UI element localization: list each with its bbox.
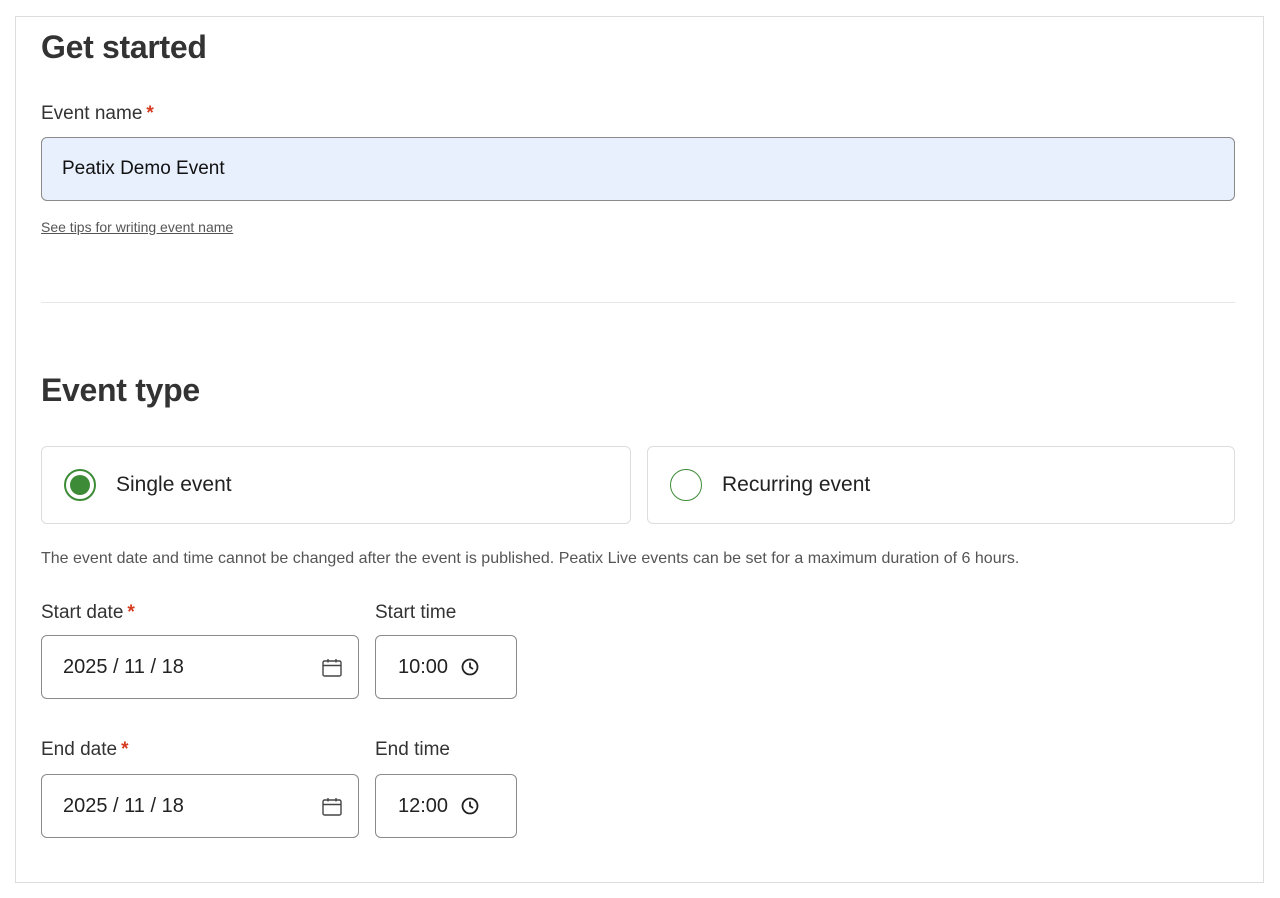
start-time-input[interactable]: 10:00 bbox=[375, 635, 517, 699]
get-started-heading: Get started bbox=[41, 29, 207, 65]
start-time-label: Start time bbox=[375, 602, 457, 623]
recurring-event-label: Recurring event bbox=[722, 473, 871, 496]
radio-checked-icon bbox=[64, 469, 96, 501]
event-name-label: Event name * bbox=[41, 103, 154, 125]
required-mark: * bbox=[146, 103, 154, 124]
recurring-event-option[interactable]: Recurring event bbox=[647, 446, 1235, 524]
single-event-label: Single event bbox=[116, 473, 232, 496]
end-time-input[interactable]: 12:00 bbox=[375, 774, 517, 838]
end-date-value: 2025 / 11 / 18 bbox=[63, 794, 184, 817]
event-type-heading: Event type bbox=[41, 372, 200, 408]
start-date-value: 2025 / 11 / 18 bbox=[63, 655, 184, 678]
event-name-tips-link[interactable]: See tips for writing event name bbox=[41, 219, 233, 235]
start-time-value: 10:00 bbox=[398, 655, 449, 678]
clock-icon[interactable] bbox=[460, 796, 480, 816]
radio-unchecked-icon bbox=[670, 469, 702, 501]
end-date-label: End date * bbox=[41, 739, 128, 761]
start-date-label-text: Start date bbox=[41, 602, 124, 623]
section-divider bbox=[41, 302, 1235, 303]
start-date-input[interactable]: 2025 / 11 / 18 bbox=[41, 635, 359, 699]
clock-icon[interactable] bbox=[460, 657, 480, 677]
end-date-input[interactable]: 2025 / 11 / 18 bbox=[41, 774, 359, 838]
event-name-label-text: Event name bbox=[41, 103, 143, 124]
single-event-option[interactable]: Single event bbox=[41, 446, 631, 524]
end-date-label-text: End date bbox=[41, 739, 118, 760]
required-mark: * bbox=[127, 602, 135, 623]
end-time-label: End time bbox=[375, 739, 450, 760]
event-name-input[interactable]: Peatix Demo Event bbox=[41, 137, 1235, 201]
end-time-value: 12:00 bbox=[398, 794, 449, 817]
calendar-icon[interactable] bbox=[321, 796, 343, 818]
calendar-icon[interactable] bbox=[321, 657, 343, 679]
date-change-notice: The event date and time cannot be change… bbox=[41, 550, 1020, 567]
event-name-value: Peatix Demo Event bbox=[62, 158, 225, 179]
required-mark: * bbox=[121, 739, 129, 760]
event-form-card: Get started Event name * Peatix Demo Even… bbox=[15, 16, 1264, 883]
start-date-label: Start date * bbox=[41, 602, 135, 624]
